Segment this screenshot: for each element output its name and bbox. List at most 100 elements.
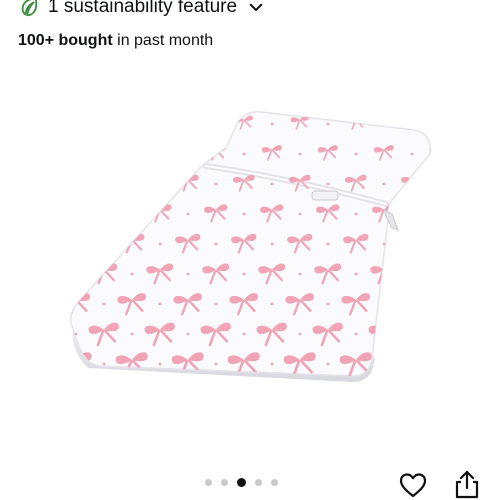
polka-dot: [410, 152, 414, 156]
polka-dot: [382, 242, 386, 246]
bow-print: [429, 145, 431, 153]
polka-dot: [74, 332, 78, 336]
polka-dot: [495, 363, 498, 366]
polka-dot: [382, 182, 386, 186]
polka-dot: [74, 212, 78, 216]
bow-print: [399, 233, 425, 254]
carousel-dot[interactable]: [205, 479, 212, 486]
polka-dot: [186, 272, 190, 276]
polka-dot: [270, 182, 274, 186]
polka-dot: [298, 212, 302, 216]
polka-dot: [130, 272, 134, 276]
polka-dot: [102, 242, 106, 246]
purchase-stat: 100+ bought in past month: [18, 32, 213, 50]
bow-print: [70, 233, 89, 254]
bow-print: [428, 204, 431, 214]
polka-dot: [270, 122, 274, 126]
carousel-dot[interactable]: [255, 479, 262, 486]
polka-dot: [410, 272, 414, 276]
polka-dot: [214, 122, 218, 126]
purchase-count: 100+ bought: [18, 32, 113, 49]
carousel-dot[interactable]: [271, 479, 278, 486]
polka-dot: [186, 332, 190, 336]
polka-dot: [439, 303, 442, 306]
polka-dot: [47, 303, 50, 306]
polka-dot: [130, 152, 134, 156]
polka-dot: [382, 362, 386, 366]
polka-dot: [102, 362, 106, 366]
bow-print: [178, 115, 197, 130]
polka-dot: [439, 183, 442, 186]
polka-dot: [158, 362, 162, 366]
polka-dot: [214, 242, 218, 246]
polka-dot: [130, 212, 134, 216]
polka-dot: [354, 272, 358, 276]
polka-dot: [467, 333, 470, 336]
polka-dot: [495, 123, 498, 126]
polka-dot: [47, 243, 50, 246]
polka-dot: [47, 183, 50, 186]
polka-dot: [495, 303, 498, 306]
polka-dot: [270, 242, 274, 246]
bow-print: [38, 145, 60, 161]
polka-dot: [354, 332, 358, 336]
polka-dot: [298, 272, 302, 276]
polka-dot: [467, 153, 470, 156]
polka-dot: [467, 213, 470, 216]
polka-dot: [382, 302, 386, 306]
leaf-icon: [18, 0, 40, 18]
polka-dot: [47, 363, 50, 366]
polka-dot: [439, 123, 442, 126]
bow-print: [149, 145, 170, 161]
polka-dot: [298, 152, 302, 156]
polka-dot: [130, 332, 134, 336]
polka-dot: [354, 212, 358, 216]
sustainability-label: 1 sustainability feature: [48, 0, 238, 17]
bow-print: [402, 115, 421, 130]
polka-dot: [242, 332, 246, 336]
polka-dot: [298, 332, 302, 336]
bow-print: [70, 174, 87, 192]
bow-print: [395, 352, 428, 377]
bow-print: [426, 263, 431, 274]
bow-print: [424, 322, 431, 334]
polka-dot: [326, 242, 330, 246]
polka-dot: [102, 122, 106, 126]
polka-dot: [158, 122, 162, 126]
polka-dot: [214, 302, 218, 306]
heart-icon[interactable]: [398, 470, 428, 500]
polka-dot: [186, 212, 190, 216]
share-icon[interactable]: [452, 468, 482, 500]
polka-dot: [270, 302, 274, 306]
bow-print: [36, 204, 61, 222]
polka-dot: [158, 242, 162, 246]
bow-print: [7, 233, 34, 253]
bow-print: [457, 174, 481, 191]
polka-dot: [326, 302, 330, 306]
bow-print: [122, 115, 141, 130]
carousel-dot-active[interactable]: [237, 478, 246, 487]
image-carousel-indicator: [205, 478, 278, 487]
sustainability-feature-toggle[interactable]: 1 sustainability feature: [18, 0, 265, 22]
polka-dot: [242, 212, 246, 216]
polka-dot: [354, 152, 358, 156]
bow-print: [32, 322, 65, 346]
bow-print: [453, 293, 484, 316]
polka-dot: [382, 122, 386, 126]
bow-print: [70, 115, 85, 130]
polka-dot: [326, 122, 330, 126]
carousel-dot[interactable]: [221, 479, 228, 486]
polka-dot: [74, 152, 78, 156]
polka-dot: [495, 243, 498, 246]
chevron-down-icon: [245, 0, 265, 16]
polka-dot: [410, 212, 414, 216]
bow-print: [9, 174, 33, 191]
bow-print: [120, 174, 143, 192]
polka-dot: [326, 362, 330, 366]
product-image[interactable]: [0, 70, 500, 470]
bow-print: [455, 233, 482, 253]
bow-print: [397, 293, 427, 316]
polka-dot: [214, 362, 218, 366]
bow-print: [93, 145, 114, 161]
polka-dot: [74, 272, 78, 276]
